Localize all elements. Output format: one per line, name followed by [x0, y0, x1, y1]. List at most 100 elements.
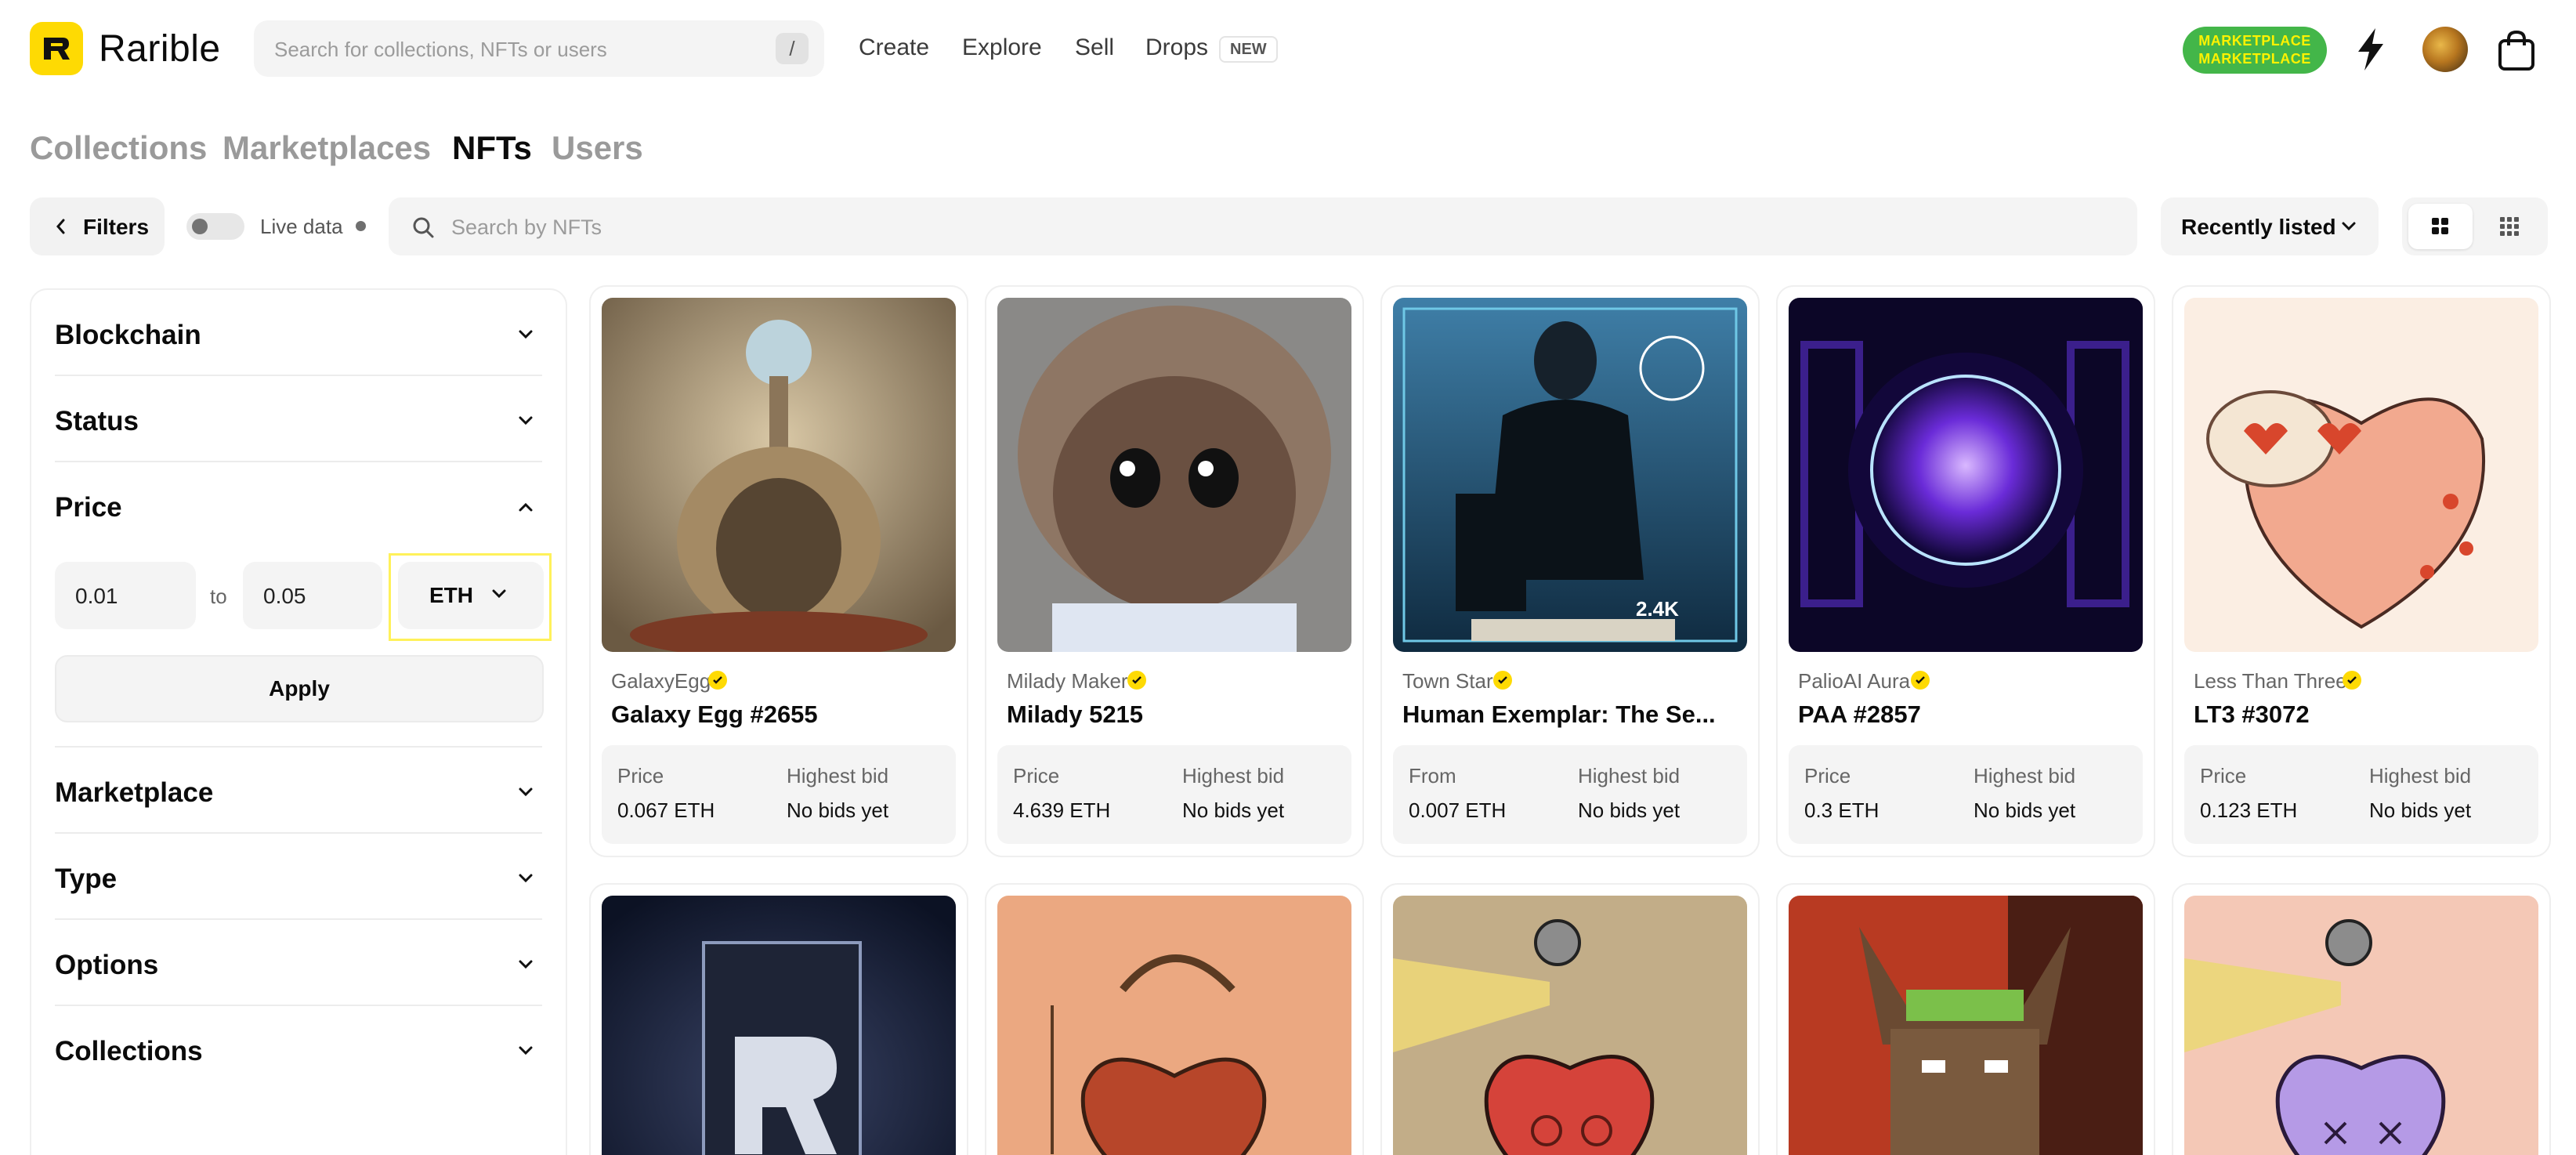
price-label: Price [1013, 764, 1060, 788]
milady-image[interactable] [997, 298, 1351, 652]
price-value: 4.639 ETH [1013, 798, 1111, 822]
collection-name[interactable]: Less Than Three [2194, 669, 2347, 693]
nft-name[interactable]: PAA #2857 [1798, 701, 1921, 729]
rarible-logo-icon[interactable] [30, 22, 83, 75]
nft-search-placeholder: Search by NFTs [451, 215, 602, 239]
price-to-label: to [210, 585, 227, 608]
highest-bid-value: No bids yet [1974, 798, 2076, 822]
chevron-down-icon [2342, 222, 2356, 231]
chevron-down-icon [519, 788, 533, 797]
filters-button[interactable]: Filters [30, 197, 165, 255]
large-grid-view-button[interactable] [2408, 204, 2473, 249]
shopping-bag-icon[interactable] [2496, 28, 2537, 76]
nft-card[interactable]: Milady Maker Milady 5215 Price 4.639 ETH… [985, 285, 1364, 857]
marketplace-badge-line1: MARKETPLACE [2198, 33, 2311, 49]
filter-type[interactable]: Type [55, 834, 542, 920]
filter-status-title: Status [55, 406, 139, 436]
pixel-llama-image[interactable] [1789, 896, 2143, 1155]
tab-users[interactable]: Users [552, 128, 643, 168]
top-bar: Rarible Search for collections, NFTs or … [0, 0, 2576, 99]
highest-bid-value: No bids yet [1578, 798, 1681, 822]
price-value: 0.067 ETH [617, 798, 715, 822]
highest-bid-label: Highest bid [1578, 764, 1681, 788]
nft-name[interactable]: LT3 #3072 [2194, 701, 2310, 729]
filter-options[interactable]: Options [55, 920, 542, 1006]
large-grid-icon [2432, 218, 2448, 234]
nft-card[interactable] [2172, 883, 2551, 1155]
nft-card[interactable] [1380, 883, 1760, 1155]
filter-price[interactable]: Price [55, 462, 542, 541]
price-max-input[interactable]: 0.05 [243, 562, 382, 629]
search-placeholder: Search for collections, NFTs or users [274, 38, 607, 61]
nft-name[interactable]: Milady 5215 [1007, 701, 1143, 729]
aura-image[interactable] [1789, 298, 2143, 652]
chevron-down-icon [519, 1046, 533, 1055]
nft-search-input[interactable]: Search by NFTs [389, 197, 2137, 255]
verified-icon [1493, 671, 1512, 690]
brand-name[interactable]: Rarible [99, 27, 221, 72]
heart-tree-image[interactable] [997, 896, 1351, 1155]
filters-sidebar: Blockchain Status Price 0.01 to 0.05 ETH… [30, 288, 567, 1155]
price-max-value: 0.05 [263, 584, 306, 608]
filter-status[interactable]: Status [55, 376, 542, 462]
nft-name[interactable]: Human Exemplar: The Se... [1402, 701, 1716, 729]
nft-card[interactable]: 2.4K Town Star Human Exemplar: The Se...… [1380, 285, 1760, 857]
collection-name[interactable]: Milady Maker [1007, 669, 1128, 693]
nav-create[interactable]: Create [859, 34, 929, 61]
filter-blockchain[interactable]: Blockchain [55, 290, 542, 376]
lightning-icon[interactable] [2353, 27, 2388, 76]
verified-icon [1127, 671, 1146, 690]
filter-price-title: Price [55, 492, 122, 523]
chevron-up-icon [519, 502, 533, 512]
highest-bid-value: No bids yet [2369, 798, 2472, 822]
nft-card[interactable] [985, 883, 1364, 1155]
heart-projector-image[interactable] [1393, 896, 1747, 1155]
new-badge: NEW [1219, 36, 1278, 63]
small-grid-view-button[interactable] [2477, 204, 2542, 249]
price-value: 0.007 ETH [1409, 798, 1507, 822]
nft-card[interactable]: Less Than Three LT3 #3072 Price 0.123 ET… [2172, 285, 2551, 857]
toggle-knob [192, 219, 208, 234]
nft-card[interactable] [1776, 883, 2155, 1155]
live-data-toggle[interactable] [186, 213, 244, 240]
price-min-input[interactable]: 0.01 [55, 562, 196, 629]
price-label: Price [2200, 764, 2247, 788]
filter-collections[interactable]: Collections [55, 1006, 542, 1092]
nft-name[interactable]: Galaxy Egg #2655 [611, 701, 818, 729]
galaxy-egg-image[interactable] [602, 298, 956, 652]
tab-marketplaces[interactable]: Marketplaces [223, 128, 431, 168]
nft-card[interactable] [589, 883, 968, 1155]
likes-count[interactable]: 2.4K [1636, 597, 1679, 621]
heart-character-image[interactable] [2184, 298, 2538, 652]
rarible-card-image[interactable] [602, 896, 956, 1155]
global-search-input[interactable]: Search for collections, NFTs or users / [254, 20, 824, 77]
purple-heart-projector-image[interactable] [2184, 896, 2538, 1155]
apply-button[interactable]: Apply [55, 655, 544, 722]
collection-name[interactable]: PalioAI Aura [1798, 669, 1910, 693]
highest-bid-label: Highest bid [1182, 764, 1285, 788]
chevron-down-icon [519, 330, 533, 339]
nft-card[interactable]: PalioAI Aura PAA #2857 Price 0.3 ETH Hig… [1776, 285, 2155, 857]
nft-card[interactable]: GalaxyEggs Galaxy Egg #2655 Price 0.067 … [589, 285, 968, 857]
search-shortcut-key: / [776, 33, 809, 64]
filter-options-title: Options [55, 950, 159, 980]
filter-type-title: Type [55, 864, 118, 894]
nav-explore[interactable]: Explore [962, 34, 1042, 61]
filter-marketplace[interactable]: Marketplace [55, 748, 542, 834]
collection-name[interactable]: GalaxyEggs [611, 669, 721, 693]
user-avatar[interactable] [2422, 27, 2468, 72]
nav-sell[interactable]: Sell [1075, 34, 1114, 61]
price-box: Price 0.3 ETH Highest bid No bids yet [1789, 745, 2143, 844]
highest-bid-label: Highest bid [2369, 764, 2472, 788]
currency-select[interactable]: ETH [398, 562, 544, 629]
verified-icon [2343, 671, 2361, 690]
highest-bid-label: Highest bid [787, 764, 889, 788]
nav-drops[interactable]: Drops [1145, 34, 1208, 61]
collection-name[interactable]: Town Star [1402, 669, 1493, 693]
sort-dropdown[interactable]: Recently listed [2161, 197, 2379, 255]
tab-collections[interactable]: Collections [30, 128, 207, 168]
tab-nfts[interactable]: NFTs [452, 128, 532, 168]
marketplace-badge[interactable]: MARKETPLACE MARKETPLACE [2183, 27, 2327, 74]
view-mode-toggle [2402, 197, 2548, 255]
seafarer-image[interactable] [1393, 298, 1747, 652]
